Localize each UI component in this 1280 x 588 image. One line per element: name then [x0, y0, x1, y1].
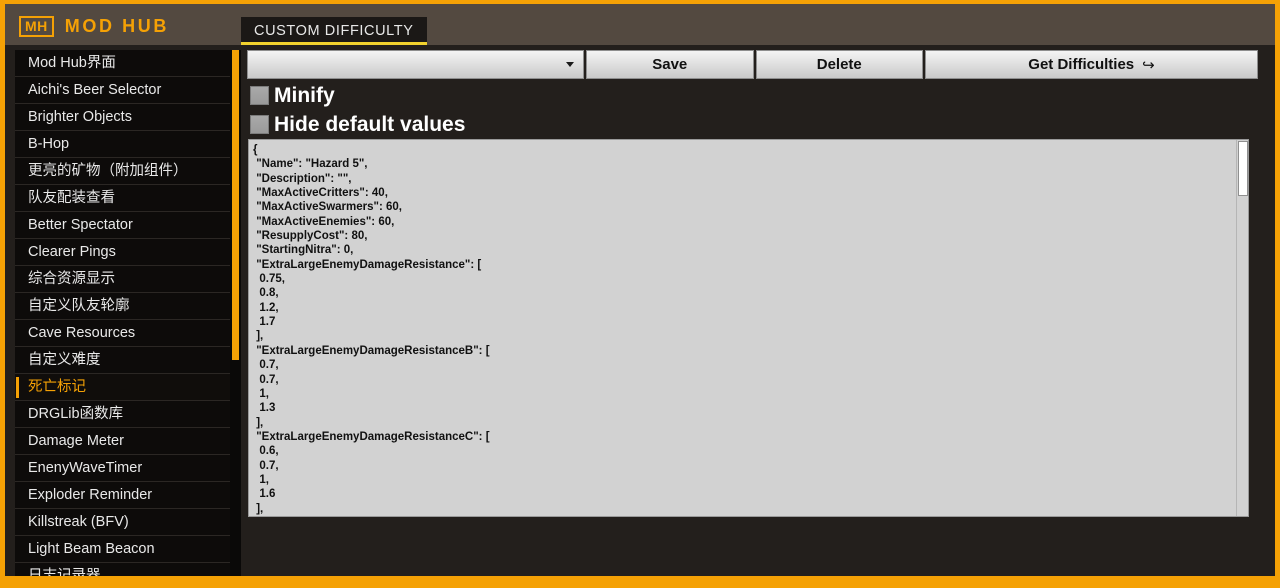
- tab-label: CUSTOM DIFFICULTY: [254, 23, 414, 39]
- sidebar-item-label: Aichi's Beer Selector: [28, 82, 162, 98]
- json-editor-scrollbar-thumb[interactable]: [1238, 141, 1248, 196]
- sidebar-item-label: Clearer Pings: [28, 244, 116, 260]
- sidebar-item[interactable]: Cave Resources: [15, 320, 230, 347]
- sidebar-item[interactable]: EnenyWaveTimer: [15, 455, 230, 482]
- sidebar-item-label: Brighter Objects: [28, 109, 132, 125]
- sidebar-item[interactable]: 队友配装查看: [15, 185, 230, 212]
- delete-button[interactable]: Delete: [755, 50, 924, 79]
- hide-default-values-option-row[interactable]: Hide default values: [250, 110, 465, 139]
- json-editor-scrollbar-track[interactable]: [1236, 140, 1248, 516]
- tab-custom-difficulty[interactable]: CUSTOM DIFFICULTY: [241, 17, 427, 45]
- json-editor-content[interactable]: { "Name": "Hazard 5", "Description": "",…: [253, 143, 490, 516]
- json-editor[interactable]: { "Name": "Hazard 5", "Description": "",…: [248, 139, 1249, 517]
- minify-label: Minify: [274, 84, 335, 107]
- custom-difficulty-panel: Save Delete Get Difficulties ↪ Minify Hi…: [245, 45, 1275, 576]
- get-difficulties-button-label: Get Difficulties: [1028, 56, 1135, 73]
- sidebar-item-label: 死亡标记: [28, 379, 86, 395]
- minify-option-row[interactable]: Minify: [250, 81, 335, 110]
- window-header: MH MOD HUB CUSTOM DIFFICULTY: [5, 4, 1275, 45]
- mod-hub-logo-icon: MH: [19, 16, 54, 37]
- external-link-icon: ↪: [1142, 56, 1155, 74]
- sidebar-item[interactable]: Exploder Reminder: [15, 482, 230, 509]
- sidebar-item[interactable]: 自定义队友轮廓: [15, 293, 230, 320]
- sidebar-item-label: 综合资源显示: [28, 271, 115, 287]
- get-difficulties-button[interactable]: Get Difficulties ↪: [925, 50, 1259, 79]
- difficulty-preset-select[interactable]: [247, 50, 585, 79]
- sidebar-item-label: Cave Resources: [28, 325, 136, 341]
- sidebar-item[interactable]: Brighter Objects: [15, 104, 230, 131]
- sidebar-item[interactable]: B-Hop: [15, 131, 230, 158]
- mod-list-sidebar: Mod Hub界面 Aichi's Beer Selector Brighter O…: [15, 50, 241, 576]
- sidebar-scrollbar-track[interactable]: [230, 50, 241, 576]
- save-button[interactable]: Save: [586, 50, 754, 79]
- body: Mod Hub界面 Aichi's Beer Selector Brighter O…: [5, 45, 1275, 576]
- hide-default-values-checkbox[interactable]: [250, 115, 269, 134]
- sidebar-item-label: B-Hop: [28, 136, 70, 152]
- sidebar-item[interactable]: Damage Meter: [15, 428, 230, 455]
- sidebar-item-label: Exploder Reminder: [28, 487, 153, 503]
- save-button-label: Save: [652, 56, 688, 73]
- mod-hub-window: MH MOD HUB CUSTOM DIFFICULTY Mod Hub界面 Ai…: [0, 0, 1280, 588]
- sidebar-item-label: Damage Meter: [28, 433, 124, 449]
- toolbar: Save Delete Get Difficulties ↪: [247, 50, 1260, 79]
- sidebar-item-label: 日志记录器: [28, 568, 101, 576]
- sidebar-item[interactable]: Killstreak (BFV): [15, 509, 230, 536]
- minify-checkbox[interactable]: [250, 86, 269, 105]
- sidebar-item[interactable]: Light Beam Beacon: [15, 536, 230, 563]
- brand: MH MOD HUB: [19, 16, 169, 37]
- delete-button-label: Delete: [816, 56, 862, 73]
- sidebar-item[interactable]: Better Spectator: [15, 212, 230, 239]
- sidebar-item-label: DRGLib函数库: [28, 406, 124, 422]
- sidebar-item[interactable]: Mod Hub界面: [15, 50, 230, 77]
- app-title: MOD HUB: [64, 16, 169, 36]
- sidebar-item[interactable]: 死亡标记: [15, 374, 230, 401]
- sidebar-item[interactable]: 更亮的矿物（附加组件）: [15, 158, 230, 185]
- sidebar-item-label: 自定义队友轮廓: [28, 298, 130, 314]
- sidebar-item-label: Mod Hub界面: [28, 55, 116, 71]
- hide-default-values-label: Hide default values: [274, 113, 466, 136]
- sidebar-item-label: Light Beam Beacon: [28, 541, 155, 557]
- sidebar-item[interactable]: 日志记录器: [15, 563, 230, 576]
- sidebar-item-label: 队友配装查看: [28, 190, 115, 206]
- sidebar-item[interactable]: Clearer Pings: [15, 239, 230, 266]
- mod-list: Mod Hub界面 Aichi's Beer Selector Brighter O…: [15, 50, 230, 576]
- sidebar-item[interactable]: Aichi's Beer Selector: [15, 77, 230, 104]
- sidebar-item[interactable]: DRGLib函数库: [15, 401, 230, 428]
- sidebar-item[interactable]: 综合资源显示: [15, 266, 230, 293]
- sidebar-item-label: EnenyWaveTimer: [28, 460, 143, 476]
- sidebar-item-label: Killstreak (BFV): [28, 514, 129, 530]
- sidebar-item-label: Better Spectator: [28, 217, 133, 233]
- sidebar-item[interactable]: 自定义难度: [15, 347, 230, 374]
- tab-strip: CUSTOM DIFFICULTY: [241, 17, 427, 45]
- sidebar-scrollbar-thumb[interactable]: [232, 50, 239, 360]
- sidebar-item-label: 更亮的矿物（附加组件）: [28, 163, 188, 179]
- sidebar-item-label: 自定义难度: [28, 352, 101, 368]
- chevron-down-icon: [566, 62, 575, 67]
